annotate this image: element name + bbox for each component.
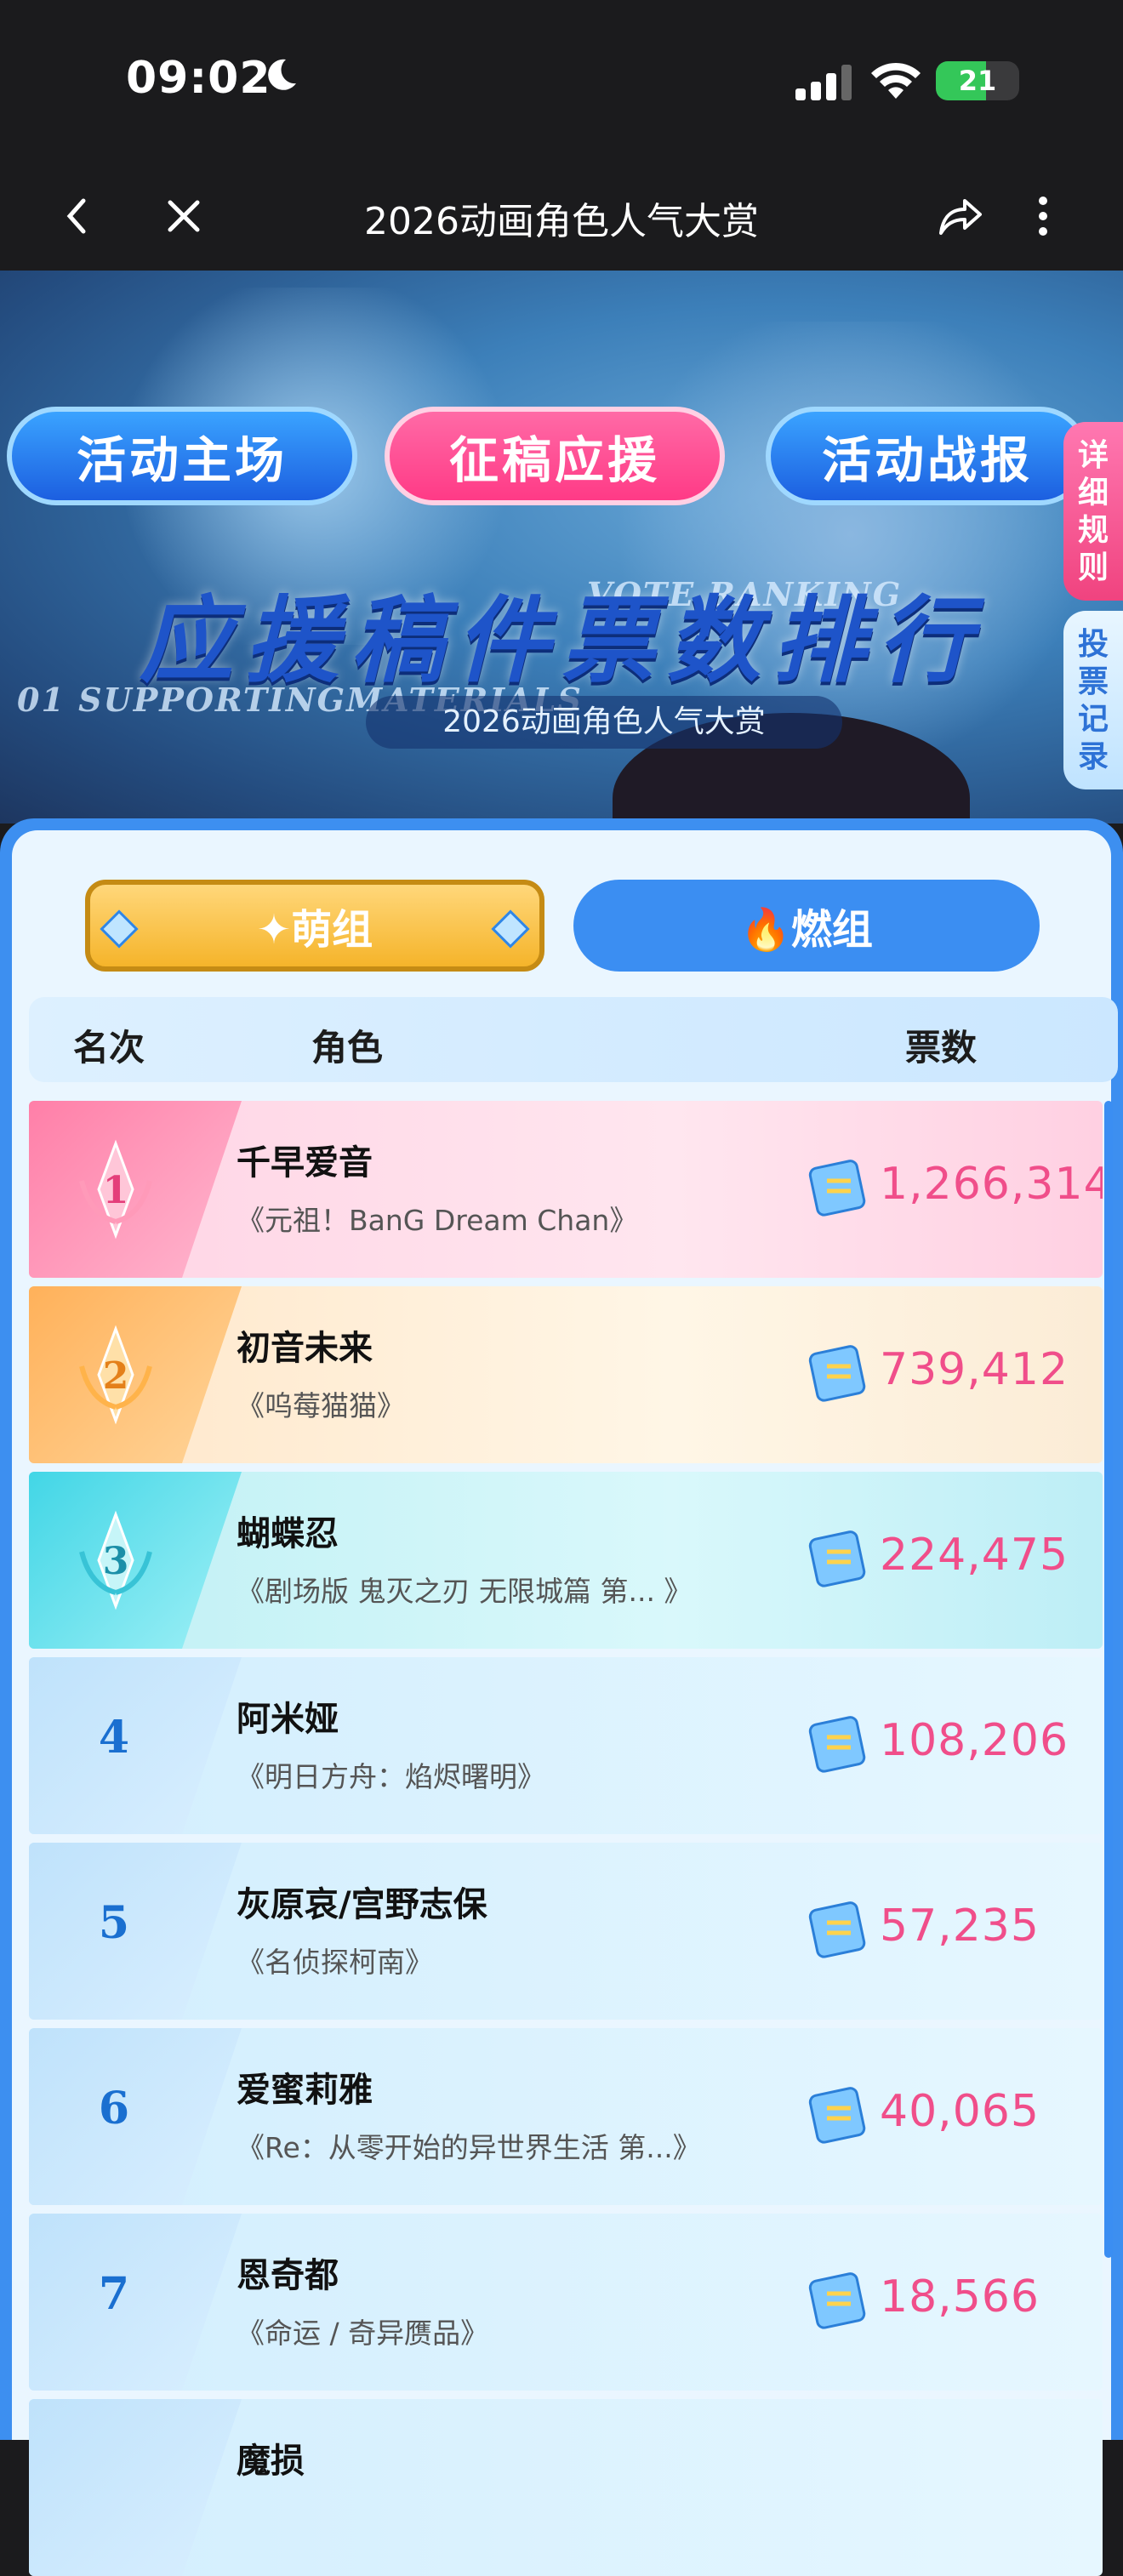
diamond-icon [491,909,530,949]
table-row[interactable]: 6 爱蜜莉雅 《Re：从零开始的异世界生活 第...》 40,065 [29,2028,1103,2205]
scrollbar[interactable] [1104,1101,1113,2258]
rank-number: 5 [98,1897,130,1949]
status-time: 09:02 [126,53,271,104]
share-icon[interactable] [936,191,987,242]
rank-badge-bg [29,2399,242,2576]
ranking-panel: ✦萌组 🔥燃组 名次 角色 票数 1 千早爱音 《元祖！BanG Dream C… [0,818,1123,2576]
vote-count: 739,412 [880,1344,1069,1395]
group-tab-ran-label: 🔥燃组 [740,906,873,954]
character-name: 魔损 [237,2442,305,2481]
character-work: 《剧场版 鬼灭之刃 无限城篇 第... 》 [237,1575,693,1608]
character-name: 灰原哀/宫野志保 [237,1885,487,1924]
rank-number: 6 [98,2083,130,2134]
hero-subtitle: 2026动画角色人气大赏 [366,696,842,749]
character-name: 阿米娅 [237,1700,339,1739]
table-header: 名次 角色 票数 [29,997,1118,1082]
cellular-signal-icon [795,65,852,100]
rank-2-medal-icon: 2 [79,1325,152,1425]
ticket-icon [808,2272,866,2329]
wifi-icon [871,62,921,99]
diamond-icon [100,909,139,949]
ticket-icon [808,1901,866,1958]
vote-count: 108,206 [880,1715,1069,1766]
rank-3-medal-icon: 3 [79,1510,152,1610]
tab-activity-report[interactable]: 活动战报 [766,407,1089,505]
character-name: 初音未来 [237,1329,373,1368]
character-name: 蝴蝶忍 [237,1514,339,1553]
svg-text:3: 3 [103,1540,129,1583]
hero-banner: 活动主场 征稿应援 活动战报 详细规则 投票记录 VOTE RANKING 应援… [0,271,1123,824]
battery-percent: 21 [958,65,997,97]
character-name: 爱蜜莉雅 [237,2071,373,2110]
ticket-icon [808,1716,866,1773]
table-row[interactable]: 2 初音未来 《呜莓猫猫》 739,412 [29,1286,1103,1463]
group-tab-ran[interactable]: 🔥燃组 [573,880,1040,972]
ticket-icon [808,1160,866,1217]
character-name: 恩奇都 [237,2256,339,2295]
hero-title: 应援稿件票数排行 [140,586,983,695]
character-work: 《Re：从零开始的异世界生活 第...》 [237,2131,701,2164]
table-row[interactable]: 5 灰原哀/宫野志保 《名侦探柯南》 57,235 [29,1843,1103,2020]
table-row[interactable]: 4 阿米娅 《明日方舟：焰烬曙明》 108,206 [29,1657,1103,1834]
character-work: 《呜莓猫猫》 [237,1389,405,1422]
header-rank: 名次 [73,1027,145,1069]
table-row[interactable]: 魔损 [29,2399,1103,2576]
vote-count: 57,235 [880,1901,1040,1952]
moon-icon [268,59,296,90]
battery-indicator: 21 [936,61,1019,100]
character-name: 千早爱音 [237,1143,373,1183]
rank-number: 7 [98,2268,130,2320]
tab-activity-main[interactable]: 活动主场 [7,407,357,505]
ranking-panel-inner: ✦萌组 🔥燃组 名次 角色 票数 1 千早爱音 《元祖！BanG Dream C… [12,830,1118,2576]
rank-1-medal-icon: 1 [79,1139,152,1240]
character-work: 《明日方舟：焰烬曙明》 [237,1760,545,1793]
group-tab-meng[interactable]: ✦萌组 [85,880,544,972]
ticket-icon [808,1345,866,1402]
ticket-icon [808,2087,866,2144]
character-work: 《名侦探柯南》 [237,1946,433,1979]
table-row[interactable]: 7 恩奇都 《命运 / 奇异赝品》 18,566 [29,2214,1103,2391]
vote-count: 18,566 [880,2271,1040,2322]
group-tab-meng-label: ✦萌组 [256,906,373,954]
vote-count: 40,065 [880,2086,1040,2137]
nav-bar: 2026动画角色人气大赏 [0,162,1123,271]
header-votes: 票数 [905,1027,978,1069]
table-row[interactable]: 3 蝴蝶忍 《剧场版 鬼灭之刃 无限城篇 第... 》 224,475 [29,1472,1103,1649]
character-work: 《命运 / 奇异赝品》 [237,2317,489,2350]
rank-number: 4 [98,1712,130,1764]
ticket-icon [808,1530,866,1587]
status-bar: 09:02 21 [0,0,1123,162]
more-vertical-icon[interactable] [1018,191,1069,242]
header-character: 角色 [311,1027,384,1069]
character-work: 《元祖！BanG Dream Chan》 [237,1204,638,1237]
table-row[interactable]: 1 千早爱音 《元祖！BanG Dream Chan》 1,266,314 [29,1101,1103,1278]
svg-text:2: 2 [103,1354,129,1398]
vote-count: 1,266,314 [880,1159,1103,1210]
tab-submission-support[interactable]: 征稿应援 [385,407,725,505]
svg-text:1: 1 [103,1169,129,1212]
vote-count: 224,475 [880,1530,1069,1581]
